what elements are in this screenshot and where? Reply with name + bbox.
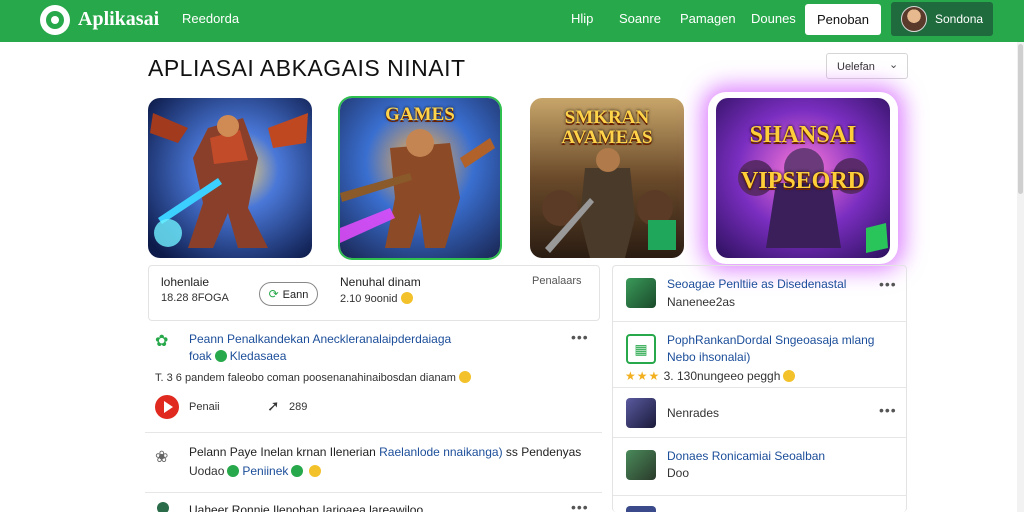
brand-name[interactable]: Aplikasai bbox=[78, 8, 159, 31]
green-status-icon bbox=[214, 350, 227, 362]
side-list-item[interactable]: Seoagae Penltiie as Disedenastal Nanenee… bbox=[613, 266, 906, 322]
game-tile-featured[interactable]: SHANSAI VIPSEORD bbox=[716, 98, 890, 258]
user-menu[interactable]: Sondona bbox=[891, 2, 993, 36]
thumbnail-image bbox=[626, 398, 656, 428]
puzzle-icon: ❀ bbox=[155, 449, 169, 466]
chevron-down-icon: ⌄ bbox=[889, 59, 899, 71]
thumbnail-image bbox=[626, 278, 656, 308]
share-count: 289 bbox=[289, 401, 308, 413]
page-title: APLIASAI ABKAGAIS NINAIT bbox=[148, 55, 466, 81]
feed-item-title[interactable]: Peann Penalkandekan Aneckleranalaipderda… bbox=[189, 332, 451, 346]
stats-card: lohenlaie 18.28 8FOGA ⟳ Eann Nenuhal dina… bbox=[148, 265, 600, 321]
side-item-subtitle: Nebo ihsonalai) bbox=[667, 350, 751, 364]
play-label: Penaii bbox=[189, 401, 220, 413]
nav-link-help[interactable]: Hlip bbox=[571, 11, 593, 26]
logo-icon[interactable] bbox=[40, 5, 70, 35]
emoji-icon bbox=[458, 371, 471, 383]
share-icon[interactable]: ➚ bbox=[267, 397, 280, 415]
feed-item[interactable]: Uaheer Ronnie Ilenohan Iarioaea lareawil… bbox=[145, 493, 602, 512]
nav-link-search[interactable]: Soanre bbox=[619, 11, 661, 26]
scrollbar-thumb[interactable] bbox=[1018, 44, 1023, 194]
side-item-title[interactable]: PophRankanDordal Sngeoasaja mlang bbox=[667, 333, 874, 347]
side-list-item[interactable]: Nenrades ••• bbox=[613, 388, 906, 438]
feed-item[interactable]: ✿ Peann Penalkandekan Aneckleranalaipder… bbox=[145, 323, 602, 433]
nav-link-pages[interactable]: Pamagen bbox=[680, 11, 736, 26]
feed-item-subtitle: foak Kledasaea bbox=[189, 349, 286, 363]
reply-button-label: Eann bbox=[282, 289, 309, 301]
avatar bbox=[901, 6, 927, 32]
feed-item-title-text: Pelann Paye Inelan krnan Ilenerian bbox=[189, 445, 376, 459]
chart-icon: ▦ bbox=[626, 334, 656, 364]
game-artwork-image bbox=[148, 98, 312, 258]
sort-dropdown[interactable]: Uelefan ⌄ bbox=[826, 53, 908, 79]
stat-value: 18.28 8FOGA bbox=[161, 292, 229, 304]
stat-title: lohenlaie bbox=[161, 275, 210, 289]
stat-value-text: 2.10 9oonid bbox=[340, 293, 398, 305]
side-list-item[interactable] bbox=[613, 502, 906, 512]
feed-item-meta: T. 3 6 pandem faleobo coman poosenanahin… bbox=[155, 371, 471, 384]
feed-item-tag: Uodao bbox=[189, 464, 225, 478]
primary-cta-button[interactable]: Penoban bbox=[805, 4, 881, 35]
feed-item-link[interactable]: Raelanlode nnaikanga) bbox=[379, 445, 502, 459]
emoji-icon bbox=[783, 370, 796, 382]
rating-row: ★★★ 3. 130nungeeo peggh bbox=[625, 369, 796, 383]
green-status-icon bbox=[227, 465, 240, 477]
stat-title: Nenuhal dinam bbox=[340, 275, 421, 289]
leaf-icon: ✿ bbox=[155, 333, 169, 350]
avatar bbox=[157, 502, 169, 512]
rating-text: 3. 130nungeeo peggh bbox=[663, 369, 781, 383]
user-name: Sondona bbox=[935, 12, 984, 26]
side-item-subtitle: Doo bbox=[667, 466, 690, 480]
more-options-icon[interactable]: ••• bbox=[879, 402, 897, 418]
feed-item[interactable]: ❀ Pelann Paye Inelan krnan Ilenerian Rae… bbox=[145, 433, 602, 493]
reply-arrow-icon: ⟳ bbox=[268, 287, 279, 301]
side-item-subtitle: Nanenee2as bbox=[667, 295, 736, 309]
reply-button[interactable]: ⟳ Eann bbox=[259, 282, 318, 306]
tile-caption: SHANSAI VIPSEORD bbox=[740, 122, 866, 194]
feed-item-subtitle: Uodao Peniinek bbox=[189, 464, 322, 478]
more-options-icon[interactable]: ••• bbox=[571, 499, 589, 512]
side-item-title[interactable]: Donaes Ronicamiai Seoalban bbox=[667, 449, 825, 463]
more-options-icon[interactable]: ••• bbox=[879, 276, 897, 292]
more-options-icon[interactable]: ••• bbox=[571, 329, 589, 345]
green-status-icon bbox=[291, 465, 304, 477]
emoji-icon bbox=[400, 292, 413, 304]
side-list-item[interactable]: Donaes Ronicamiai Seoalban Doo bbox=[613, 438, 906, 496]
tile-caption: SMKRAN AVAMEAS bbox=[561, 107, 653, 148]
top-navigation-bar: Aplikasai Reedorda Hlip Soanre Pamagen D… bbox=[0, 0, 1024, 42]
star-rating-icon: ★★★ bbox=[625, 369, 661, 383]
side-item-subtitle: Nenrades bbox=[667, 406, 720, 420]
feed-item-title-tail: ss Pendenyas bbox=[505, 445, 582, 459]
feed-item-title[interactable]: Pelann Paye Inelan krnan Ilenerian Raela… bbox=[189, 445, 581, 459]
tile-caption: GAMES bbox=[385, 104, 455, 125]
feed-item-category[interactable]: Kledasaea bbox=[230, 349, 287, 363]
thumbnail-image bbox=[626, 450, 656, 480]
side-list-item[interactable]: ▦ PophRankanDordal Sngeoasaja mlang Nebo… bbox=[613, 322, 906, 388]
stat-title: Penalaars bbox=[532, 275, 582, 287]
side-panel: Seoagae Penltiie as Disedenastal Nanenee… bbox=[612, 265, 907, 512]
feed-item-title[interactable]: Uaheer Ronnie Ilenohan Iarioaea lareawil… bbox=[189, 503, 423, 512]
play-icon[interactable] bbox=[155, 395, 179, 419]
game-tile[interactable] bbox=[148, 98, 312, 258]
nav-link-home[interactable]: Reedorda bbox=[182, 11, 239, 26]
side-item-title[interactable]: Seoagae Penltiie as Disedenastal bbox=[667, 277, 846, 291]
stat-value: 2.10 9oonid bbox=[340, 292, 413, 305]
nav-link-downloads[interactable]: Dounes bbox=[751, 11, 796, 26]
feed-item-category[interactable]: Peniinek bbox=[242, 464, 288, 478]
feed-item-tag: foak bbox=[189, 349, 212, 363]
emoji-icon bbox=[309, 465, 322, 477]
thumbnail-image bbox=[626, 506, 656, 512]
game-tile[interactable]: SMKRAN AVAMEAS bbox=[530, 98, 684, 258]
sort-dropdown-label: Uelefan bbox=[837, 61, 875, 73]
feed-item-meta-text: T. 3 6 pandem faleobo coman poosenanahin… bbox=[155, 372, 456, 384]
feed-list: ✿ Peann Penalkandekan Aneckleranalaipder… bbox=[145, 323, 602, 512]
game-tile[interactable]: GAMES bbox=[340, 98, 500, 258]
